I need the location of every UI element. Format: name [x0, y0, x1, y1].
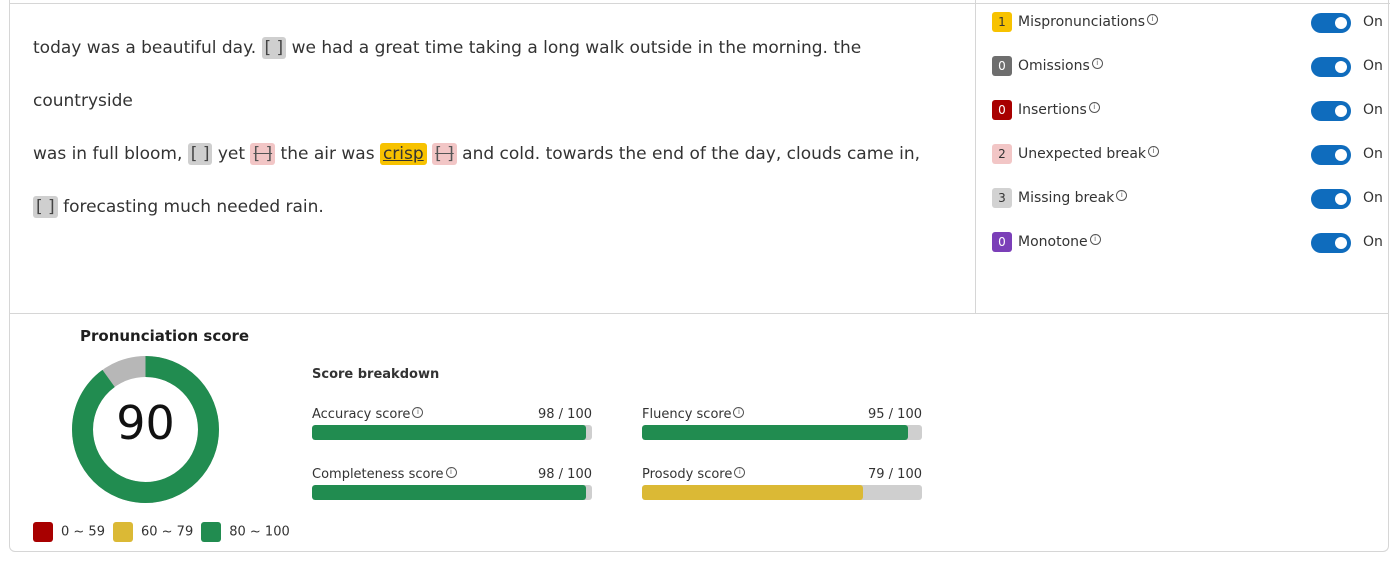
assessed-passage: today was a beautiful day. [ ] we had a … — [33, 22, 963, 234]
legend-label-text: Omissions — [1018, 58, 1090, 74]
error-type-label: Unexpected break i — [1018, 146, 1160, 162]
error-type-label: Monotone i — [1018, 234, 1101, 250]
error-count-badge: 0 — [992, 56, 1012, 76]
metric-label: Fluency score i — [642, 407, 745, 422]
info-icon[interactable]: i — [1089, 234, 1101, 245]
passage-text: yet — [217, 144, 246, 164]
score-color-scale: 0 ~ 59 60 ~ 79 80 ~ 100 — [33, 522, 298, 542]
scale-range-label: 80 ~ 100 — [229, 524, 290, 540]
info-icon[interactable]: i — [1091, 58, 1103, 69]
toggle-state-label: On — [1363, 146, 1383, 162]
metric-bar-track — [312, 485, 592, 500]
metric-bar-track — [312, 425, 592, 440]
legend-label-text: Missing break — [1018, 190, 1115, 206]
legend-item: 2 Unexpected break i On — [992, 144, 1387, 188]
error-count-badge: 2 — [992, 144, 1012, 164]
text-area-top-border — [10, 3, 975, 4]
scale-color-swatch — [112, 522, 133, 542]
error-type-toggle[interactable] — [1311, 57, 1351, 77]
error-type-toggle[interactable] — [1311, 145, 1351, 165]
pronunciation-score-title: Pronunciation score — [80, 327, 250, 345]
scale-legend-item: 60 ~ 79 — [112, 522, 194, 542]
toggle-state-label: On — [1363, 234, 1383, 250]
horizontal-divider — [9, 313, 1389, 314]
legend-label-text: Mispronunciations — [1018, 14, 1146, 30]
info-icon[interactable]: i — [1116, 190, 1128, 201]
toggle-state-label: On — [1363, 102, 1383, 118]
metric-bar-track — [642, 425, 922, 440]
info-icon[interactable]: i — [734, 467, 746, 478]
scale-color-swatch — [33, 522, 53, 542]
error-type-label: Omissions i — [1018, 58, 1103, 74]
missing-break-marker[interactable]: [ ] — [261, 37, 287, 59]
metric-value: 95 / 100 — [868, 407, 922, 422]
legend-top-border — [975, 3, 1390, 4]
legend-item: 0 Omissions i On — [992, 56, 1387, 100]
metric-label-text: Prosody score — [642, 467, 733, 482]
toggle-state-label: On — [1363, 58, 1383, 74]
scale-color-swatch — [201, 522, 222, 542]
missing-break-marker[interactable]: [ ] — [33, 196, 58, 218]
passage-text: the air was — [280, 144, 375, 164]
toggle-state-label: On — [1363, 14, 1383, 30]
error-type-label: Insertions i — [1018, 102, 1100, 118]
error-type-toggle[interactable] — [1311, 189, 1351, 209]
metric-bar-fill — [312, 485, 587, 500]
error-type-toggle[interactable] — [1311, 101, 1351, 121]
error-count-badge: 3 — [992, 188, 1012, 208]
info-icon[interactable]: i — [1147, 14, 1159, 25]
info-icon[interactable]: i — [733, 407, 745, 418]
scale-range-label: 60 ~ 79 — [140, 524, 194, 540]
legend-label-text: Insertions — [1018, 102, 1087, 118]
info-icon[interactable]: i — [1088, 102, 1100, 113]
metric-bar-fill — [312, 425, 587, 440]
mispronounced-word[interactable]: crisp — [379, 143, 427, 165]
missing-break-marker[interactable]: [ ] — [187, 143, 213, 165]
error-count-badge: 0 — [992, 232, 1012, 252]
metric-value: 79 / 100 — [868, 467, 922, 482]
error-type-legend: 1 Mispronunciations i On 0 Omissions i On 0 Inser… — [992, 12, 1387, 276]
legend-item: 0 Insertions i On — [992, 100, 1387, 144]
info-icon[interactable]: i — [412, 407, 424, 418]
vertical-divider — [975, 0, 976, 313]
passage-text: today was a beautiful day. — [33, 38, 257, 58]
pronunciation-score-value: 90 — [116, 396, 175, 450]
scale-legend-item: 80 ~ 100 — [201, 522, 290, 542]
error-count-badge: 1 — [992, 12, 1012, 32]
legend-label-text: Unexpected break — [1018, 146, 1147, 162]
error-type-label: Missing break i — [1018, 190, 1128, 206]
metric-value: 98 / 100 — [538, 407, 592, 422]
error-type-label: Mispronunciations i — [1018, 14, 1159, 30]
legend-item: 0 Monotone i On — [992, 232, 1387, 276]
metric-bar-track — [642, 485, 922, 500]
metric-label-text: Accuracy score — [312, 407, 411, 422]
scale-legend-item: 0 ~ 59 — [33, 522, 105, 542]
unexpected-break-marker[interactable]: [ ] — [432, 143, 457, 165]
passage-text: forecasting much needed rain. — [63, 197, 324, 217]
info-icon[interactable]: i — [1148, 146, 1160, 157]
scale-range-label: 0 ~ 59 — [61, 524, 105, 540]
passage-text: was in full bloom, — [33, 144, 183, 164]
legend-item: 3 Missing break i On — [992, 188, 1387, 232]
legend-label-text: Monotone — [1018, 234, 1088, 250]
metric-value: 98 / 100 — [538, 467, 592, 482]
metric-label-text: Fluency score — [642, 407, 732, 422]
legend-item: 1 Mispronunciations i On — [992, 12, 1387, 56]
error-type-toggle[interactable] — [1311, 13, 1351, 33]
passage-text: and cold. towards the end of the day, cl… — [462, 144, 921, 164]
metric-bar-fill — [642, 425, 908, 440]
metric-bar-fill — [642, 485, 864, 500]
metric-label: Prosody score i — [642, 467, 746, 482]
error-count-badge: 0 — [992, 100, 1012, 120]
toggle-state-label: On — [1363, 190, 1383, 206]
error-type-toggle[interactable] — [1311, 233, 1351, 253]
info-icon[interactable]: i — [445, 467, 457, 478]
metric-label-text: Completeness score — [312, 467, 444, 482]
metric-label: Completeness score i — [312, 467, 457, 482]
metric-label: Accuracy score i — [312, 407, 424, 422]
score-breakdown-title: Score breakdown — [312, 367, 440, 382]
unexpected-break-marker[interactable]: [ ] — [250, 143, 276, 165]
